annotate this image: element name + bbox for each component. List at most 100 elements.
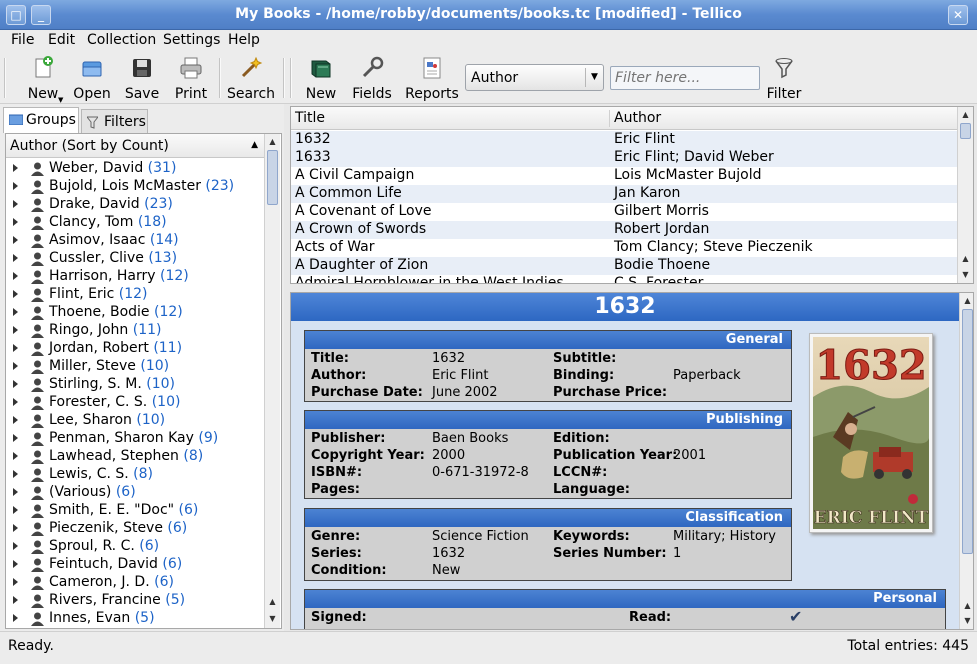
entry-row[interactable]: 1632 Eric Flint	[291, 131, 957, 149]
column-header-author[interactable]: Author	[614, 110, 661, 126]
group-row[interactable]: Lee, Sharon (10)	[6, 412, 264, 430]
menu-help[interactable]: Help	[228, 32, 260, 48]
field-value-keywords[interactable]: Military; History	[673, 529, 776, 544]
entry-row[interactable]: A Covenant of Love Gilbert Morris	[291, 203, 957, 221]
filter-field-select[interactable]: Author ▼	[465, 64, 604, 91]
scroll-up-icon[interactable]: ▲	[958, 251, 973, 266]
group-row[interactable]: Lewis, C. S. (8)	[6, 466, 264, 484]
menu-collection[interactable]: Collection	[87, 32, 156, 48]
entry-list-scrollbar[interactable]: ▲ ▲ ▼	[957, 107, 973, 283]
expand-arrow-icon[interactable]	[13, 596, 18, 604]
expand-arrow-icon[interactable]	[13, 290, 18, 298]
entry-row[interactable]: A Daughter of Zion Bodie Thoene	[291, 257, 957, 275]
group-row[interactable]: Miller, Steve (10)	[6, 358, 264, 376]
group-row[interactable]: Bujold, Lois McMaster (23)	[6, 178, 264, 196]
filter-input-box[interactable]	[610, 66, 760, 90]
reports-button[interactable]: Reports	[404, 56, 460, 102]
entry-row[interactable]: Acts of War Tom Clancy; Steve Pieczenik	[291, 239, 957, 257]
scrollbar-thumb[interactable]	[960, 123, 971, 139]
new-collection-button[interactable]: New ▼	[22, 56, 64, 104]
scrollbar-thumb[interactable]	[962, 309, 973, 554]
expand-arrow-icon[interactable]	[13, 380, 18, 388]
group-row[interactable]: Drake, David (23)	[6, 196, 264, 214]
entry-row[interactable]: A Crown of Swords Robert Jordan	[291, 221, 957, 239]
field-value-genre[interactable]: Science Fiction	[432, 529, 529, 544]
scrollbar-thumb[interactable]	[267, 150, 278, 205]
entry-row[interactable]: A Civil Campaign Lois McMaster Bujold	[291, 167, 957, 185]
detail-scrollbar[interactable]: ▲ ▲ ▼	[959, 293, 973, 629]
group-row[interactable]: Smith, E. E. "Doc" (6)	[6, 502, 264, 520]
group-row[interactable]: Innes, Evan (5)	[6, 610, 264, 628]
expand-arrow-icon[interactable]	[13, 560, 18, 568]
expand-arrow-icon[interactable]	[13, 326, 18, 334]
field-value-series[interactable]: 1632	[432, 546, 465, 561]
expand-arrow-icon[interactable]	[13, 434, 18, 442]
expand-arrow-icon[interactable]	[13, 614, 18, 622]
scroll-down-icon[interactable]: ▼	[958, 267, 973, 282]
fields-button[interactable]: Fields	[350, 56, 394, 102]
menu-settings[interactable]: Settings	[163, 32, 220, 48]
expand-arrow-icon[interactable]	[13, 470, 18, 478]
scroll-up-icon[interactable]: ▲	[960, 293, 973, 308]
scroll-up-icon[interactable]: ▲	[958, 107, 973, 122]
expand-arrow-icon[interactable]	[13, 542, 18, 550]
group-row[interactable]: Thoene, Bodie (12)	[6, 304, 264, 322]
entry-row[interactable]: Admiral Hornblower in the West Indies C.S…	[291, 275, 957, 283]
new-entry-button[interactable]: New	[301, 56, 341, 102]
expand-arrow-icon[interactable]	[13, 254, 18, 262]
print-button[interactable]: Print	[171, 56, 211, 102]
scroll-down-icon[interactable]: ▼	[265, 611, 280, 626]
group-row[interactable]: Rivers, Francine (5)	[6, 592, 264, 610]
search-button[interactable]: Search	[226, 56, 276, 102]
group-row[interactable]: Harrison, Harry (12)	[6, 268, 264, 286]
expand-arrow-icon[interactable]	[13, 272, 18, 280]
expand-arrow-icon[interactable]	[13, 344, 18, 352]
group-row[interactable]: (Various) (6)	[6, 484, 264, 502]
expand-arrow-icon[interactable]	[13, 488, 18, 496]
field-value-publisher[interactable]: Baen Books	[432, 431, 508, 446]
group-row[interactable]: Sproul, R. C. (6)	[6, 538, 264, 556]
menu-edit[interactable]: Edit	[48, 32, 75, 48]
expand-arrow-icon[interactable]	[13, 308, 18, 316]
group-row[interactable]: Weber, David (31)	[6, 160, 264, 178]
expand-arrow-icon[interactable]	[13, 524, 18, 532]
group-row[interactable]: Pieczenik, Steve (6)	[6, 520, 264, 538]
group-row[interactable]: Forester, C. S. (10)	[6, 394, 264, 412]
expand-arrow-icon[interactable]	[13, 578, 18, 586]
group-row[interactable]: Penman, Sharon Kay (9)	[6, 430, 264, 448]
group-row[interactable]: Feintuch, David (6)	[6, 556, 264, 574]
group-row[interactable]: Ringo, John (11)	[6, 322, 264, 340]
field-value-copyright-year[interactable]: 2000	[432, 448, 465, 463]
tab-groups[interactable]: Groups	[3, 107, 79, 133]
close-button[interactable]: ✕	[948, 5, 968, 25]
field-value-author[interactable]: Eric Flint	[432, 368, 489, 383]
group-row[interactable]: Stirling, S. M. (10)	[6, 376, 264, 394]
expand-arrow-icon[interactable]	[13, 452, 18, 460]
expand-arrow-icon[interactable]	[13, 236, 18, 244]
expand-arrow-icon[interactable]	[13, 164, 18, 172]
group-row[interactable]: Clancy, Tom (18)	[6, 214, 264, 232]
entry-row[interactable]: A Common Life Jan Karon	[291, 185, 957, 203]
scroll-up-icon[interactable]: ▲	[265, 134, 280, 149]
field-value-condition[interactable]: New	[432, 563, 460, 578]
scroll-up-icon[interactable]: ▲	[960, 598, 973, 613]
field-value-binding[interactable]: Paperback	[673, 368, 741, 383]
group-row[interactable]: Flint, Eric (12)	[6, 286, 264, 304]
menu-file[interactable]: File	[11, 32, 34, 48]
expand-arrow-icon[interactable]	[13, 182, 18, 190]
field-value-publication-year[interactable]: 2001	[673, 448, 706, 463]
filter-button[interactable]: Filter	[765, 56, 803, 102]
open-button[interactable]: Open	[72, 56, 112, 102]
group-row[interactable]: Cameron, J. D. (6)	[6, 574, 264, 592]
scroll-down-icon[interactable]: ▼	[960, 613, 973, 628]
group-column-header[interactable]: Author (Sort by Count) ▲	[6, 134, 264, 158]
expand-arrow-icon[interactable]	[13, 200, 18, 208]
entry-row[interactable]: 1633 Eric Flint; David Weber	[291, 149, 957, 167]
save-button[interactable]: Save	[122, 56, 162, 102]
column-header-title[interactable]: Title	[295, 110, 325, 126]
group-row[interactable]: Lawhead, Stephen (8)	[6, 448, 264, 466]
expand-arrow-icon[interactable]	[13, 362, 18, 370]
group-scrollbar[interactable]: ▲ ▲ ▼	[264, 134, 280, 628]
expand-arrow-icon[interactable]	[13, 218, 18, 226]
group-row[interactable]: Asimov, Isaac (14)	[6, 232, 264, 250]
